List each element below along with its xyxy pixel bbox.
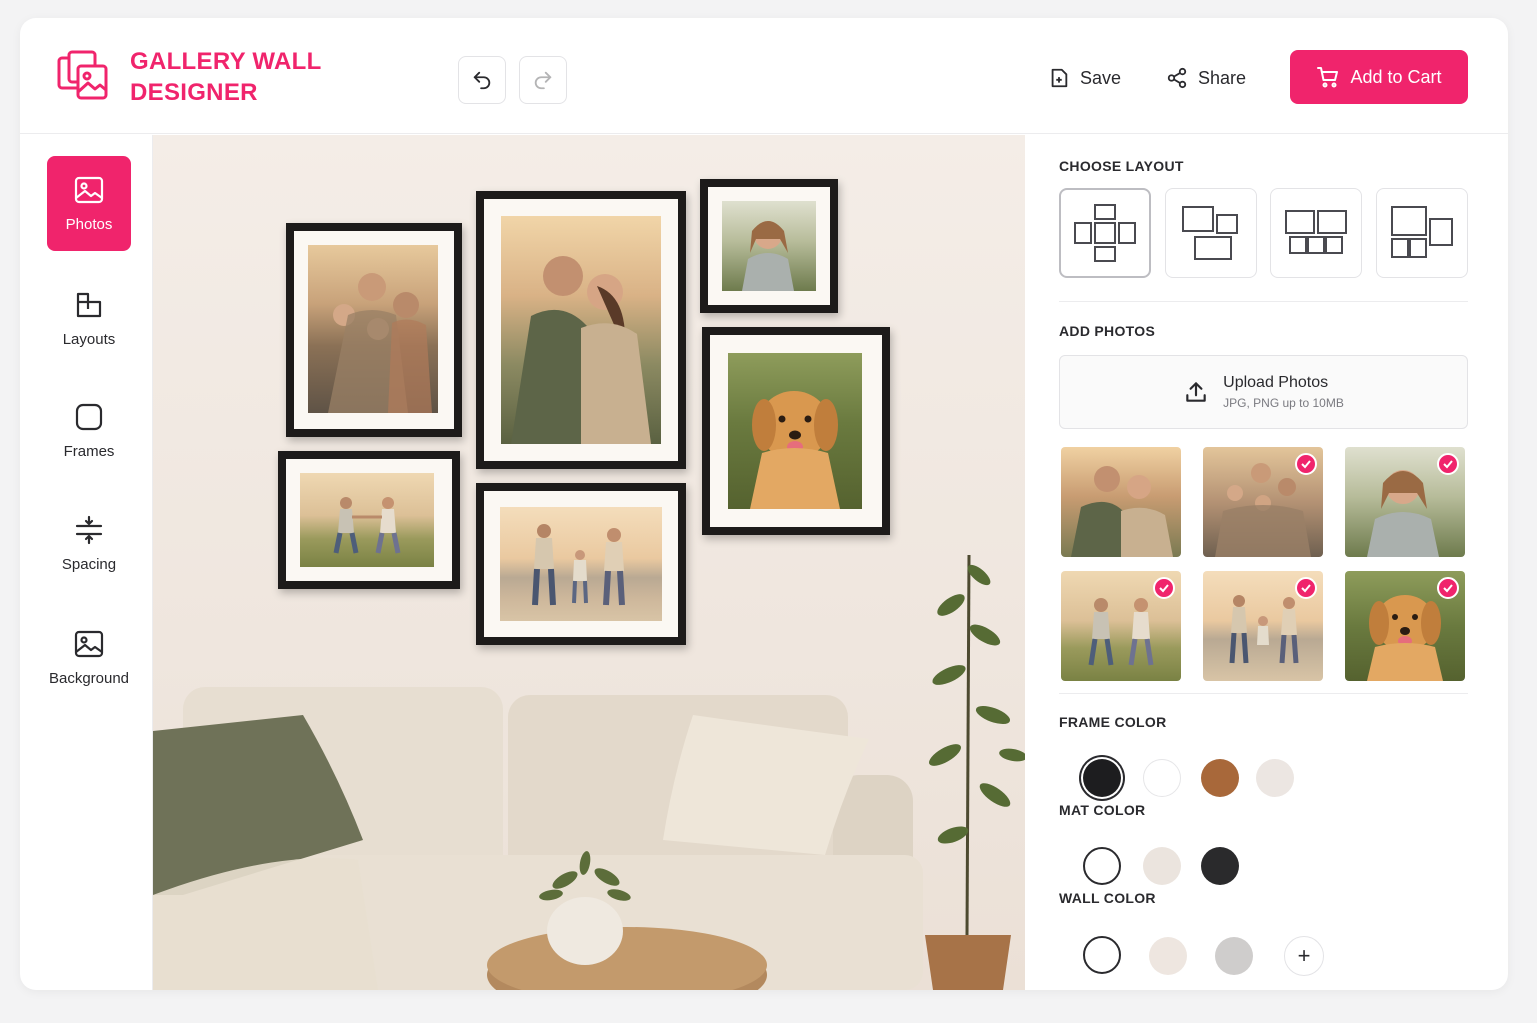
divider (1059, 301, 1468, 302)
layout-mixed-icon (1391, 206, 1453, 258)
photo-thumbnail-dog[interactable] (1345, 571, 1465, 681)
add-to-cart-button[interactable]: Add to Cart (1290, 50, 1468, 104)
photo-thumbnail-kids[interactable] (1061, 571, 1181, 681)
app-window: GALLERY WALL DESIGNER Save Share Add to … (20, 18, 1508, 990)
share-label: Share (1198, 67, 1247, 88)
frame-color-black-swatch[interactable] (1083, 759, 1121, 797)
photo-thumbnail-family[interactable] (1203, 447, 1323, 557)
sidebar-item-photos[interactable]: Photos (47, 156, 131, 251)
redo-button[interactable] (519, 56, 567, 104)
share-icon (1167, 67, 1187, 89)
sidebar-item-background[interactable]: Background (47, 610, 131, 705)
sidebar-item-label: Frames (63, 443, 115, 460)
upload-label: Upload Photos (1223, 374, 1329, 391)
sidebar-item-spacing[interactable]: Spacing (47, 496, 131, 591)
mat-color-black-swatch[interactable] (1201, 847, 1239, 885)
divider (1059, 693, 1468, 694)
upload-photos-button[interactable]: Upload Photos JPG, PNG up to 10MB (1059, 355, 1468, 429)
selected-check-icon (1437, 453, 1459, 475)
frame-color-title: FRAME COLOR (1059, 714, 1167, 730)
options-panel: CHOOSE LAYOUT ADD PHOTOS Upload Photos J… (1025, 135, 1508, 990)
sidebar-item-frames[interactable]: Frames (47, 383, 131, 478)
frame-color-light-gray-swatch[interactable] (1256, 759, 1294, 797)
add-to-cart-label: Add to Cart (1350, 66, 1442, 87)
photo-thumbnail-couple[interactable] (1061, 447, 1181, 557)
room-scene (153, 554, 1025, 990)
layouts-icon (76, 292, 102, 318)
photo-thumbnail-girl[interactable] (1345, 447, 1465, 557)
header: GALLERY WALL DESIGNER Save Share Add to … (20, 18, 1508, 134)
layout-option-2[interactable] (1165, 188, 1257, 278)
layout-cross-icon (1074, 204, 1136, 262)
undo-button[interactable] (458, 56, 506, 104)
layout-option-3[interactable] (1270, 188, 1362, 278)
sidebar-item-label: Photos (65, 216, 113, 233)
redo-icon (534, 71, 552, 90)
save-label: Save (1080, 67, 1122, 88)
save-icon (1051, 68, 1068, 88)
app-title: GALLERY WALL DESIGNER (130, 48, 322, 106)
selected-check-icon (1295, 577, 1317, 599)
plus-icon: + (1297, 943, 1311, 968)
mat-color-title: MAT COLOR (1059, 802, 1146, 818)
selected-check-icon (1295, 453, 1317, 475)
layout-grid-icon (1285, 210, 1347, 254)
layout-option-4[interactable] (1376, 188, 1468, 278)
logo-icon (56, 48, 110, 104)
sidebar-item-label: Background (48, 670, 130, 687)
wall-color-gray-swatch[interactable] (1215, 937, 1253, 975)
wall-color-beige-swatch[interactable] (1149, 937, 1187, 975)
selected-check-icon (1153, 577, 1175, 599)
upload-icon (1186, 382, 1206, 402)
photo-thumbnail-beach[interactable] (1203, 571, 1323, 681)
frame-color-white-swatch[interactable] (1143, 759, 1181, 797)
image-icon (74, 176, 104, 204)
layout-option-1[interactable] (1059, 188, 1151, 278)
choose-layout-title: CHOOSE LAYOUT (1059, 158, 1184, 174)
share-button[interactable]: Share (1166, 62, 1246, 94)
sidebar-item-layouts[interactable]: Layouts (47, 271, 131, 366)
add-photos-title: ADD PHOTOS (1059, 323, 1156, 339)
save-button[interactable]: Save (1048, 62, 1121, 94)
upload-hint: JPG, PNG up to 10MB (1223, 396, 1344, 410)
mat-color-white-swatch[interactable] (1083, 847, 1121, 885)
mat-color-cream-swatch[interactable] (1143, 847, 1181, 885)
wall-color-title: WALL COLOR (1059, 890, 1156, 906)
wall-color-white-swatch[interactable] (1083, 936, 1121, 974)
undo-icon (473, 71, 491, 90)
selected-check-icon (1437, 577, 1459, 599)
preview-canvas[interactable] (153, 135, 1025, 990)
frame-color-walnut-swatch[interactable] (1201, 759, 1239, 797)
background-icon (74, 630, 104, 658)
sidebar-item-label: Spacing (61, 556, 117, 573)
sidebar-item-label: Layouts (62, 331, 116, 348)
layout-stack-icon (1182, 206, 1238, 260)
spacing-icon (75, 515, 103, 545)
sidebar: Photos Layouts Frames Spacing Background (20, 135, 153, 990)
cart-icon (1317, 67, 1339, 88)
frame-icon (75, 403, 103, 431)
add-color-button[interactable]: + (1284, 936, 1324, 976)
